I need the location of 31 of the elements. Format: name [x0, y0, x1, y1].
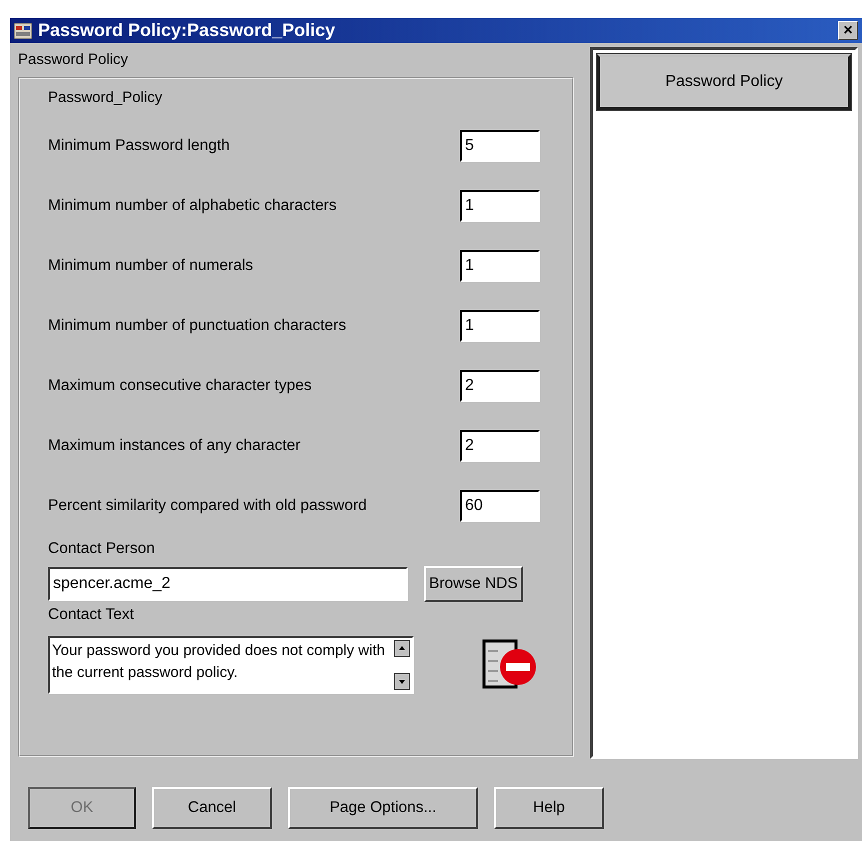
number-field[interactable]: 2: [460, 430, 540, 462]
window-icon: [14, 22, 32, 38]
page-tab[interactable]: Password Policy: [597, 54, 851, 110]
window-title: Password Policy:Password_Policy: [38, 20, 336, 41]
policy-name: Password_Policy: [48, 89, 164, 106]
field-label: Percent similarity compared with old password: [48, 497, 367, 515]
contact-text-field[interactable]: Your password you provided does not comply with the current password policy.: [48, 636, 414, 694]
field-label: Contact Text: [48, 606, 135, 624]
field-label: Maximum consecutive character types: [48, 377, 312, 395]
field-label: Minimum Password length: [48, 137, 230, 155]
field-label: Minimum number of alphabetic characters: [48, 197, 337, 215]
dialog-button[interactable]: Page Options...: [288, 787, 478, 829]
contact-person-field[interactable]: spencer.acme_2: [48, 567, 408, 601]
field-label: Contact Person: [48, 540, 156, 558]
number-field[interactable]: 2: [460, 370, 540, 402]
close-button[interactable]: ×: [838, 21, 858, 40]
document-stop-icon: [482, 639, 538, 691]
dialog-button[interactable]: Help: [494, 787, 604, 829]
number-field[interactable]: 1: [460, 190, 540, 222]
number-field[interactable]: 1: [460, 310, 540, 342]
scroll-down-icon[interactable]: [394, 673, 410, 690]
group-title: Password Policy: [18, 51, 130, 70]
field-label: Minimum number of punctuation characters: [48, 317, 346, 335]
dialog-button[interactable]: Cancel: [152, 787, 272, 829]
number-field[interactable]: 60: [460, 490, 540, 522]
field-label: Maximum instances of any character: [48, 437, 300, 455]
scroll-up-icon[interactable]: [394, 640, 410, 657]
browse-button[interactable]: Browse NDS: [424, 566, 523, 602]
number-field[interactable]: 1: [460, 250, 540, 282]
number-field[interactable]: 5: [460, 130, 540, 162]
field-label: Minimum number of numerals: [48, 257, 254, 275]
